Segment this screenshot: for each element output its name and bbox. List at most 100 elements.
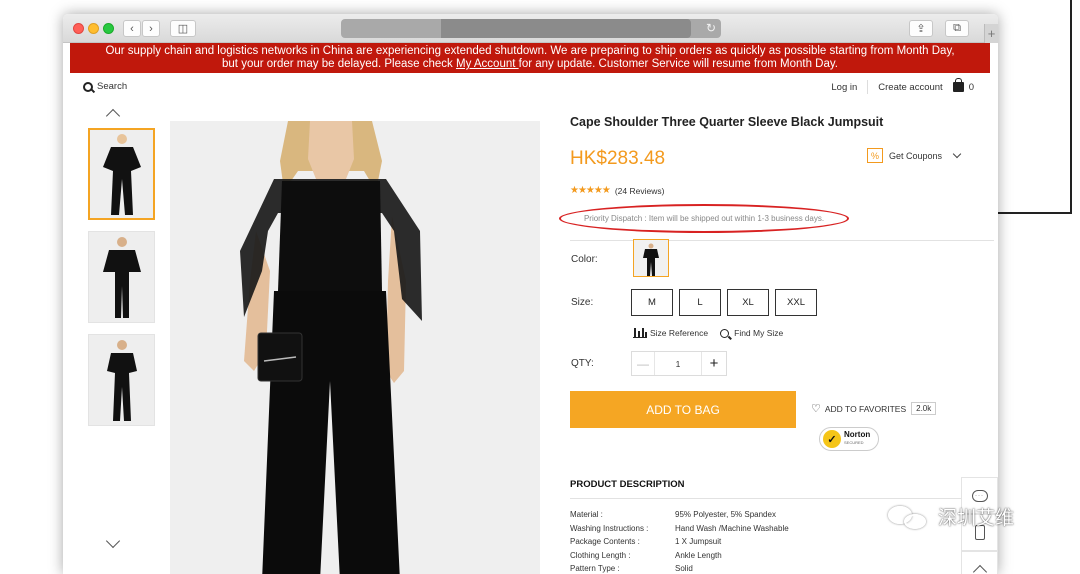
size-option-xl[interactable]: XL (727, 289, 769, 316)
thumbnails-down-icon[interactable] (105, 533, 121, 549)
spec-row: Washing Instructions : Hand Wash /Machine… (570, 522, 900, 536)
norton-sub: SECURED (844, 440, 864, 445)
color-label: Color: (571, 254, 598, 265)
thumbnail-2[interactable] (88, 231, 155, 323)
create-account-link[interactable]: Create account (878, 82, 942, 93)
shopping-bag-icon[interactable] (952, 78, 964, 92)
qty-minus-button[interactable]: — (632, 357, 654, 371)
search-icon (720, 328, 730, 338)
browser-toolbar: ‹ › ◫ ↻ ⇪ ⧉ + (63, 14, 998, 43)
bag-count: 0 (968, 81, 974, 93)
address-bar[interactable]: ↻ (341, 19, 721, 38)
norton-label: Norton (844, 430, 871, 439)
spec-key: Package Contents : (570, 537, 640, 547)
spec-key: Washing Instructions : (570, 523, 649, 533)
favorites-label: ADD TO FAVORITES (824, 403, 907, 414)
heart-icon: ♡ (811, 403, 821, 415)
spec-value: 95% Polyester, 5% Spandex (675, 510, 776, 520)
account-nav: Log in Create account 0 (831, 78, 974, 94)
sidebar-toggle-button[interactable]: ◫ (170, 20, 196, 37)
thumbnails-up-icon[interactable] (105, 108, 121, 124)
spec-key: Material : (570, 510, 603, 520)
qty-label: QTY: (571, 358, 594, 369)
review-count: (24 Reviews) (614, 185, 665, 196)
spec-table: Material : 95% Polyester, 5% Spandex Wash… (570, 508, 900, 574)
product-title: Cape Shoulder Three Quarter Sleeve Black… (570, 115, 884, 129)
search-label: Search (97, 81, 128, 92)
chevron-up-icon (972, 564, 987, 574)
my-account-link[interactable]: My Account (456, 58, 519, 70)
spec-value: Ankle Length (675, 550, 722, 560)
size-option-l[interactable]: L (679, 289, 721, 316)
size-option-xxl[interactable]: XXL (775, 289, 817, 316)
zoom-window-button[interactable] (103, 23, 114, 34)
search-icon (83, 81, 93, 92)
chevron-down-icon (952, 149, 962, 159)
close-window-button[interactable] (73, 23, 84, 34)
quantity-stepper: — 1 + (631, 351, 727, 376)
dispatch-text: Priority Dispatch : Item will be shipped… (583, 214, 825, 223)
size-tools: Size Reference Find My Size (633, 327, 783, 338)
back-to-top-button[interactable] (961, 551, 998, 574)
thumbnail-image (106, 340, 137, 421)
banner-line-2: but your order may be delayed. Please ch… (70, 58, 990, 71)
checkmark-icon: ✓ (823, 430, 841, 448)
wechat-icon (888, 504, 930, 530)
watermark-text: 深圳艾维 (938, 507, 1015, 529)
qty-input[interactable]: 1 (654, 352, 702, 375)
norton-secured-badge: ✓ Norton SECURED (819, 427, 879, 451)
banner-line-1: Our supply chain and logistics networks … (105, 45, 955, 57)
product-price: HK$283.48 (570, 148, 666, 169)
favorites-count: 2.0k (911, 402, 937, 415)
spec-row: Clothing Length : Ankle Length (570, 549, 900, 563)
rating[interactable]: ★★★★★ (24 Reviews) (570, 185, 664, 196)
coupon-icon: % (867, 148, 883, 163)
chat-icon: ··· (971, 489, 988, 502)
priority-dispatch-note: Priority Dispatch : Item will be shipped… (559, 204, 849, 233)
login-link[interactable]: Log in (831, 82, 857, 93)
annotation-line (1070, 0, 1072, 214)
swatch-image (643, 243, 659, 276)
spec-row: Material : 95% Polyester, 5% Spandex (570, 508, 900, 522)
product-description-title: PRODUCT DESCRIPTION (570, 479, 685, 490)
minimize-window-button[interactable] (88, 23, 99, 34)
watermark: 深圳艾维 (888, 503, 1014, 530)
divider (867, 80, 869, 94)
spec-key: Clothing Length : (570, 550, 631, 560)
spec-value: Hand Wash /Machine Washable (675, 523, 789, 533)
size-label: Size: (571, 297, 594, 308)
new-tab-button[interactable]: + (984, 24, 998, 43)
search-button[interactable]: Search (83, 81, 127, 92)
qty-plus-button[interactable]: + (702, 355, 726, 372)
size-chart-icon (633, 327, 647, 338)
color-swatch-black[interactable] (633, 239, 669, 277)
thumbnail-image (102, 134, 141, 215)
add-to-favorites-button[interactable]: ♡ ADD TO FAVORITES 2.0k (811, 402, 937, 415)
back-button[interactable]: ‹ (123, 20, 141, 37)
spec-key: Pattern Type : (570, 564, 620, 574)
banner-text-end: for any update. Customer Service will re… (518, 58, 838, 70)
show-tabs-button[interactable]: ⧉ (945, 20, 969, 37)
address-bar-redacted (441, 19, 691, 38)
spec-row: Package Contents : 1 X Jumpsuit (570, 535, 900, 549)
coupon-label: Get Coupons (889, 150, 943, 161)
add-to-bag-button[interactable]: ADD TO BAG (570, 391, 796, 428)
thumbnail-3[interactable] (88, 334, 155, 426)
share-button[interactable]: ⇪ (909, 20, 933, 37)
product-main-image[interactable] (170, 121, 540, 574)
norton-text: Norton SECURED (844, 431, 870, 447)
notice-banner: Our supply chain and logistics networks … (70, 43, 990, 73)
thumbnail-image (102, 237, 141, 318)
find-my-size-link[interactable]: Find My Size (734, 328, 783, 338)
product-photo (170, 121, 540, 574)
get-coupons-button[interactable]: % Get Coupons (867, 148, 962, 163)
reload-icon[interactable]: ↻ (706, 21, 716, 35)
forward-button[interactable]: › (142, 20, 160, 37)
spec-value: Solid (675, 564, 693, 574)
banner-text: but your order may be delayed. Please ch… (222, 58, 456, 70)
thumbnail-1[interactable] (88, 128, 155, 220)
size-option-m[interactable]: M (631, 289, 673, 316)
star-rating-icon: ★★★★★ (570, 185, 611, 196)
spec-value: 1 X Jumpsuit (675, 537, 722, 547)
size-reference-link[interactable]: Size Reference (650, 328, 708, 338)
